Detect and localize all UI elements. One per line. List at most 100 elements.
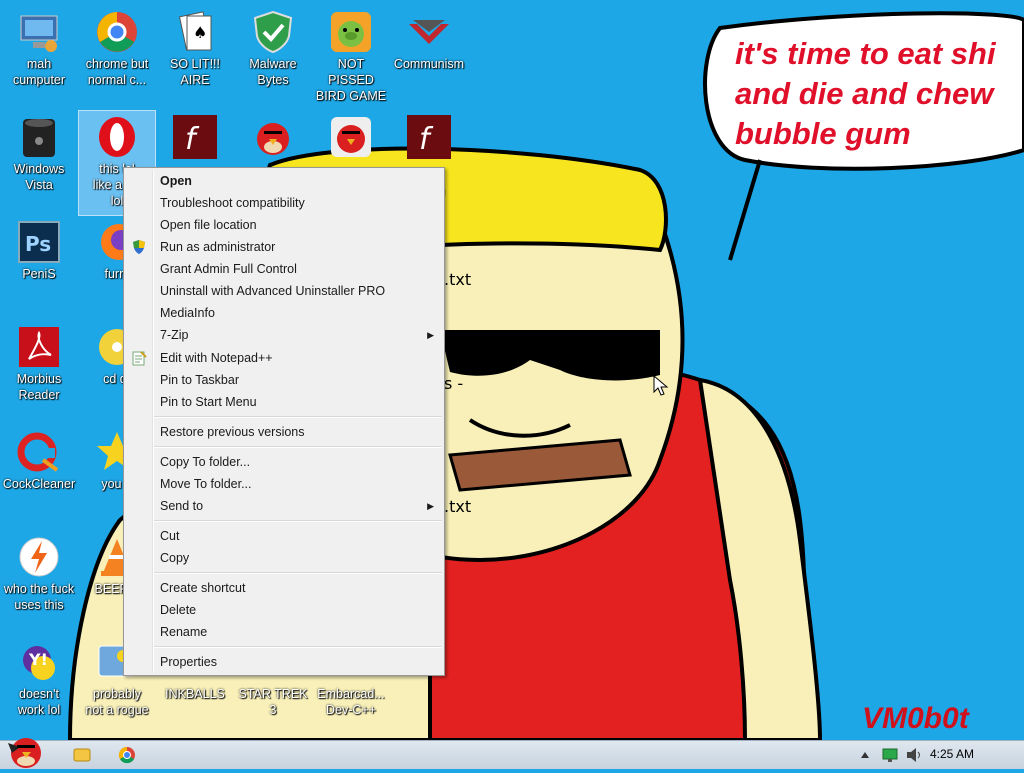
photoshop-icon: Ps [17, 220, 61, 264]
menu-item-label: Grant Admin Full Control [160, 262, 297, 276]
network-icon [882, 748, 898, 762]
icon-label: Windows Vista [13, 162, 65, 192]
desktop-icon-acrobat[interactable]: Morbius Reader [1, 321, 77, 403]
icon-label: Morbius Reader [16, 372, 62, 402]
desktop-icon-not-pissed-bird[interactable]: NOT PISSED BIRD GAME [313, 6, 389, 104]
submenu-arrow-icon: ▶ [427, 330, 434, 340]
volume-tray-button[interactable] [904, 743, 924, 767]
menu-item-copy[interactable]: Copy [126, 547, 442, 569]
menu-separator [154, 520, 442, 522]
menu-item-label: Run as administrator [160, 240, 276, 254]
menu-item-troubleshoot[interactable]: Troubleshoot compatibility [126, 192, 442, 214]
show-hidden-icons-button[interactable] [856, 743, 874, 767]
desktop-icon-flash-1[interactable]: f [157, 111, 233, 161]
menu-separator [154, 416, 442, 418]
icon-label: SO LIT!!! AIRE [169, 57, 220, 87]
shield-icon [251, 10, 295, 54]
icon-label: Communism [393, 57, 465, 71]
solitaire-icon: ♠ [173, 10, 217, 54]
flash-icon [17, 535, 61, 579]
taskbar-clock[interactable]: 4:25 AM [930, 747, 974, 761]
menu-item-label: Open [160, 174, 192, 188]
menu-item-label: MediaInfo [160, 306, 215, 320]
menu-item-open[interactable]: Open [126, 170, 442, 192]
menu-item-restore-versions[interactable]: Restore previous versions [126, 421, 442, 443]
menu-item-properties[interactable]: Properties [126, 651, 442, 673]
menu-item-copy-to-folder[interactable]: Copy To folder... [126, 451, 442, 473]
icon-label-partial: .txt [444, 497, 472, 516]
icon-label: Embarcad... Dev-C++ [317, 687, 385, 717]
menu-separator [154, 446, 442, 448]
menu-item-run-as-admin[interactable]: Run as administrator [126, 236, 442, 258]
menu-item-create-shortcut[interactable]: Create shortcut [126, 577, 442, 599]
icon-label: chrome but normal c... [85, 57, 149, 87]
desktop-icon-malwarebytes[interactable]: Malware Bytes [235, 6, 311, 88]
uac-shield-icon [131, 239, 147, 255]
svg-text:Y!: Y! [28, 650, 48, 669]
icon-label: CockCleaner [2, 477, 76, 491]
flash-icon: f [173, 115, 217, 159]
menu-item-label: Create shortcut [160, 581, 246, 595]
menu-item-label: Properties [160, 655, 217, 669]
menu-item-cut[interactable]: Cut [126, 525, 442, 547]
desktop-icon-flash-player[interactable]: who the fuck uses this [1, 531, 77, 613]
menu-item-grant-admin[interactable]: Grant Admin Full Control [126, 258, 442, 280]
icon-label: Malware Bytes [249, 57, 297, 87]
menu-item-label: Move To folder... [160, 477, 252, 491]
desktop-icon-solitaire[interactable]: ♠ SO LIT!!! AIRE [157, 6, 233, 88]
desktop-icon-ccleaner[interactable]: CockCleaner [1, 426, 77, 492]
chrome-icon [118, 746, 135, 764]
menu-item-7zip[interactable]: 7-Zip ▶ [126, 324, 442, 346]
flash-icon: f [407, 115, 451, 159]
menu-item-move-to-folder[interactable]: Move To folder... [126, 473, 442, 495]
menu-item-label: Open file location [160, 218, 257, 232]
desktop-icon-chrome[interactable]: chrome but normal c... [79, 6, 155, 88]
menu-item-delete[interactable]: Delete [126, 599, 442, 621]
menu-item-label: 7-Zip [160, 328, 189, 342]
menu-item-send-to[interactable]: Send to ▶ [126, 495, 442, 517]
icon-label: doesn't work lol [17, 687, 61, 717]
yahoo-icon: Y! [17, 640, 61, 684]
menu-item-label: Send to [160, 499, 204, 513]
menu-item-pin-taskbar[interactable]: Pin to Taskbar [126, 369, 442, 391]
menu-item-pin-start[interactable]: Pin to Start Menu [126, 391, 442, 413]
svg-text:Ps: Ps [25, 232, 51, 256]
menu-item-label: Delete [160, 603, 197, 617]
acrobat-icon [17, 325, 61, 369]
menu-item-rename[interactable]: Rename [126, 621, 442, 643]
volume-icon [907, 748, 920, 762]
desktop-icon-mah-cumputer[interactable]: mah cumputer [1, 6, 77, 88]
start-button[interactable] [2, 729, 46, 769]
menu-item-mediainfo[interactable]: MediaInfo [126, 302, 442, 324]
ccleaner-icon [17, 430, 61, 474]
icon-label: probably not a rogue [85, 687, 149, 717]
taskbar-chrome[interactable] [108, 743, 146, 767]
explorer-icon [73, 748, 91, 762]
network-tray-button[interactable] [880, 743, 900, 767]
computer-icon [17, 10, 61, 54]
desktop-icon-photoshop[interactable]: Ps PeniS [1, 216, 77, 282]
icon-label: PeniS [22, 267, 56, 281]
desktop-icon-communism[interactable]: Communism [391, 6, 467, 72]
menu-item-label: Rename [160, 625, 208, 639]
context-menu: Open Troubleshoot compatibility Open fil… [123, 167, 445, 676]
desktop-icon-angrybird-1[interactable] [235, 111, 311, 161]
menu-item-label: Pin to Start Menu [160, 395, 257, 409]
menu-item-label: Cut [160, 529, 180, 543]
menu-item-label: Copy To folder... [160, 455, 251, 469]
notepad-icon [131, 350, 147, 366]
menu-item-notepadpp[interactable]: Edit with Notepad++ [126, 347, 442, 369]
angrybird-start-icon [8, 738, 41, 768]
menu-separator [154, 646, 442, 648]
desktop-icon-flash-2[interactable]: f sm [391, 111, 467, 198]
menu-separator [154, 572, 442, 574]
desktop-icon-windows-vista[interactable]: Windows Vista [1, 111, 77, 193]
taskbar-explorer[interactable] [62, 743, 100, 767]
desktop-icon-angrybird-2[interactable] [313, 111, 389, 161]
menu-item-uninstall[interactable]: Uninstall with Advanced Uninstaller PRO [126, 280, 442, 302]
emblem-icon [407, 10, 451, 54]
menu-item-open-file-location[interactable]: Open file location [126, 214, 442, 236]
icon-label: NOT PISSED BIRD GAME [315, 57, 387, 103]
desktop-icon-yahoo[interactable]: Y! doesn't work lol [1, 636, 77, 718]
menu-item-label: Troubleshoot compatibility [160, 196, 305, 210]
